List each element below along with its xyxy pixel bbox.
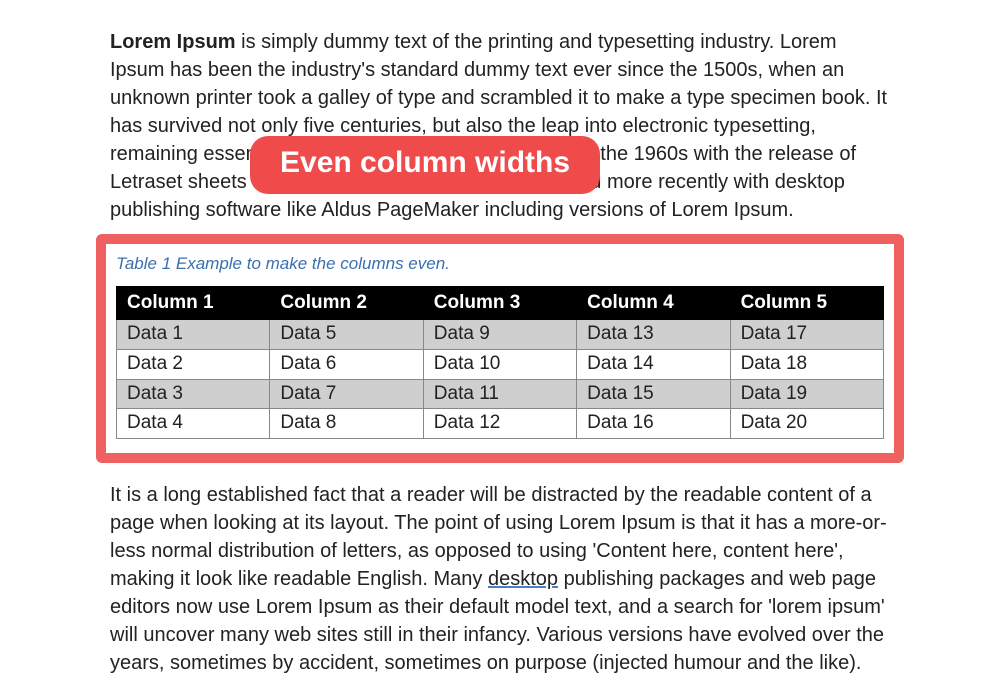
table-cell: Data 18 [730,349,883,379]
table-header-cell: Column 3 [423,286,576,320]
table-row: Data 1 Data 5 Data 9 Data 13 Data 17 [117,320,884,350]
example-table: Column 1 Column 2 Column 3 Column 4 Colu… [116,286,884,439]
table-row: Data 2 Data 6 Data 10 Data 14 Data 18 [117,349,884,379]
table-header-cell: Column 2 [270,286,423,320]
table-cell: Data 20 [730,409,883,439]
table-header-cell: Column 1 [117,286,270,320]
table-cell: Data 11 [423,379,576,409]
table-cell: Data 8 [270,409,423,439]
table-highlight-box: Table 1 Example to make the columns even… [96,234,904,463]
table-cell: Data 9 [423,320,576,350]
table-row: Data 4 Data 8 Data 12 Data 16 Data 20 [117,409,884,439]
table-header-row: Column 1 Column 2 Column 3 Column 4 Colu… [117,286,884,320]
table-caption: Table 1 Example to make the columns even… [116,252,884,276]
underlined-word: desktop [488,568,558,590]
table-header-cell: Column 5 [730,286,883,320]
table-cell: Data 6 [270,349,423,379]
callout-label: Even column widths [250,136,600,194]
table-cell: Data 19 [730,379,883,409]
table-cell: Data 17 [730,320,883,350]
table-cell: Data 7 [270,379,423,409]
intro-paragraph: Lorem Ipsum is simply dummy text of the … [110,28,890,224]
table-cell: Data 2 [117,349,270,379]
table-cell: Data 10 [423,349,576,379]
closing-paragraph: It is a long established fact that a rea… [110,481,890,677]
table-cell: Data 16 [577,409,730,439]
table-cell: Data 5 [270,320,423,350]
table-cell: Data 12 [423,409,576,439]
table-row: Data 3 Data 7 Data 11 Data 15 Data 19 [117,379,884,409]
table-header-cell: Column 4 [577,286,730,320]
table-cell: Data 14 [577,349,730,379]
table-cell: Data 4 [117,409,270,439]
table-cell: Data 15 [577,379,730,409]
intro-bold-lead: Lorem Ipsum [110,31,236,53]
table-cell: Data 3 [117,379,270,409]
table-cell: Data 13 [577,320,730,350]
table-cell: Data 1 [117,320,270,350]
